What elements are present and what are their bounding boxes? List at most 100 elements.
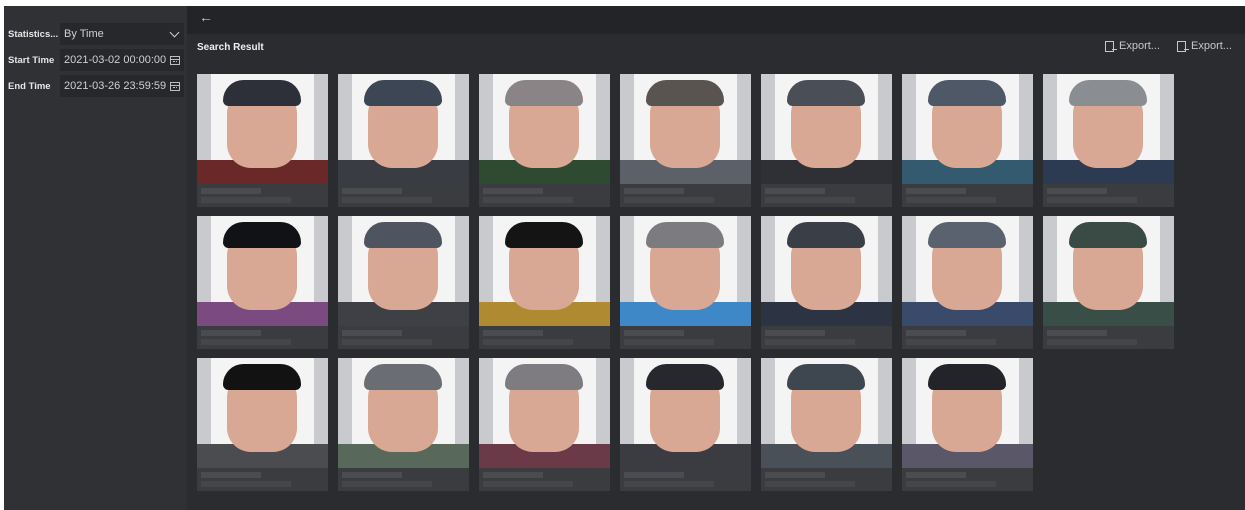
caption-line bbox=[342, 188, 402, 194]
result-card[interactable] bbox=[902, 216, 1033, 349]
face-photo bbox=[197, 216, 328, 326]
end-time-value: 2021-03-26 23:59:59 bbox=[64, 80, 167, 92]
card-caption bbox=[761, 326, 892, 349]
caption-line bbox=[906, 197, 996, 203]
photo-hair bbox=[505, 222, 583, 248]
calendar-icon[interactable] bbox=[170, 81, 180, 91]
face-photo bbox=[1043, 74, 1174, 184]
export-button-1[interactable]: Export... bbox=[1105, 40, 1160, 52]
calendar-icon[interactable] bbox=[170, 55, 180, 65]
caption-line bbox=[624, 339, 714, 345]
result-card[interactable] bbox=[902, 358, 1033, 491]
face-photo bbox=[338, 216, 469, 326]
caption-line bbox=[483, 481, 573, 487]
result-card[interactable] bbox=[620, 74, 751, 207]
caption-line bbox=[1047, 197, 1137, 203]
face-photo bbox=[620, 216, 751, 326]
caption-line bbox=[483, 339, 573, 345]
result-card[interactable] bbox=[761, 358, 892, 491]
result-card[interactable] bbox=[479, 74, 610, 207]
face-photo bbox=[479, 74, 610, 184]
statistics-value: By Time bbox=[64, 28, 104, 40]
caption-line bbox=[906, 330, 966, 336]
photo-hair bbox=[787, 80, 865, 106]
result-card[interactable] bbox=[761, 74, 892, 207]
face-photo bbox=[620, 358, 751, 468]
caption-line bbox=[765, 330, 825, 336]
caption-line bbox=[342, 339, 432, 345]
photo-hair bbox=[1069, 222, 1147, 248]
face-photo bbox=[197, 74, 328, 184]
card-caption bbox=[761, 468, 892, 491]
result-card[interactable] bbox=[197, 74, 328, 207]
caption-line bbox=[624, 481, 714, 487]
face-photo bbox=[479, 216, 610, 326]
caption-line bbox=[1047, 339, 1137, 345]
caption-line bbox=[765, 472, 825, 478]
caption-line bbox=[201, 197, 291, 203]
result-card[interactable] bbox=[479, 216, 610, 349]
result-card[interactable] bbox=[197, 216, 328, 349]
export-button-2[interactable]: Export... bbox=[1177, 40, 1232, 52]
caption-line bbox=[765, 339, 855, 345]
result-card[interactable] bbox=[338, 358, 469, 491]
card-caption bbox=[479, 326, 610, 349]
face-photo bbox=[761, 74, 892, 184]
result-card[interactable] bbox=[1043, 216, 1174, 349]
face-photo bbox=[479, 358, 610, 468]
chevron-down-icon bbox=[169, 27, 180, 37]
end-time-field[interactable]: 2021-03-26 23:59:59 bbox=[60, 75, 184, 97]
export-label: Export... bbox=[1119, 40, 1160, 52]
caption-line bbox=[342, 481, 432, 487]
card-caption bbox=[620, 468, 751, 491]
caption-line bbox=[624, 330, 684, 336]
result-card[interactable] bbox=[338, 216, 469, 349]
photo-hair bbox=[364, 80, 442, 106]
result-card[interactable] bbox=[902, 74, 1033, 207]
caption-line bbox=[483, 472, 543, 478]
result-card[interactable] bbox=[620, 216, 751, 349]
card-caption bbox=[197, 468, 328, 491]
statistics-filter: Statistics... By Time bbox=[8, 23, 184, 45]
caption-line bbox=[624, 472, 684, 478]
caption-line bbox=[624, 188, 684, 194]
result-card[interactable] bbox=[338, 74, 469, 207]
top-bar: ← bbox=[187, 6, 1245, 34]
result-card[interactable] bbox=[620, 358, 751, 491]
start-time-field[interactable]: 2021-03-02 00:00:00 bbox=[60, 49, 184, 71]
card-caption bbox=[620, 326, 751, 349]
card-caption bbox=[197, 184, 328, 207]
face-photo bbox=[620, 74, 751, 184]
card-caption bbox=[338, 184, 469, 207]
face-photo bbox=[338, 74, 469, 184]
statistics-label: Statistics... bbox=[8, 28, 59, 40]
caption-line bbox=[624, 197, 714, 203]
photo-hair bbox=[364, 364, 442, 390]
card-caption bbox=[197, 326, 328, 349]
caption-line bbox=[342, 472, 402, 478]
photo-hair bbox=[928, 80, 1006, 106]
card-caption bbox=[1043, 326, 1174, 349]
result-card[interactable] bbox=[197, 358, 328, 491]
caption-line bbox=[201, 481, 291, 487]
photo-hair bbox=[646, 80, 724, 106]
caption-line bbox=[483, 188, 543, 194]
photo-hair bbox=[223, 80, 301, 106]
photo-hair bbox=[1069, 80, 1147, 106]
card-caption bbox=[1043, 184, 1174, 207]
result-card[interactable] bbox=[1043, 74, 1174, 207]
result-card[interactable] bbox=[761, 216, 892, 349]
face-photo bbox=[338, 358, 469, 468]
main-area: ← Search Result Export... Export... bbox=[187, 6, 1245, 510]
caption-line bbox=[483, 197, 573, 203]
back-arrow-icon[interactable]: ← bbox=[199, 9, 213, 25]
start-time-label: Start Time bbox=[8, 54, 55, 66]
caption-line bbox=[201, 188, 261, 194]
result-card[interactable] bbox=[479, 358, 610, 491]
statistics-dropdown[interactable]: By Time bbox=[60, 23, 184, 45]
face-photo bbox=[197, 358, 328, 468]
caption-line bbox=[201, 339, 291, 345]
photo-hair bbox=[364, 222, 442, 248]
photo-hair bbox=[646, 222, 724, 248]
photo-hair bbox=[787, 364, 865, 390]
